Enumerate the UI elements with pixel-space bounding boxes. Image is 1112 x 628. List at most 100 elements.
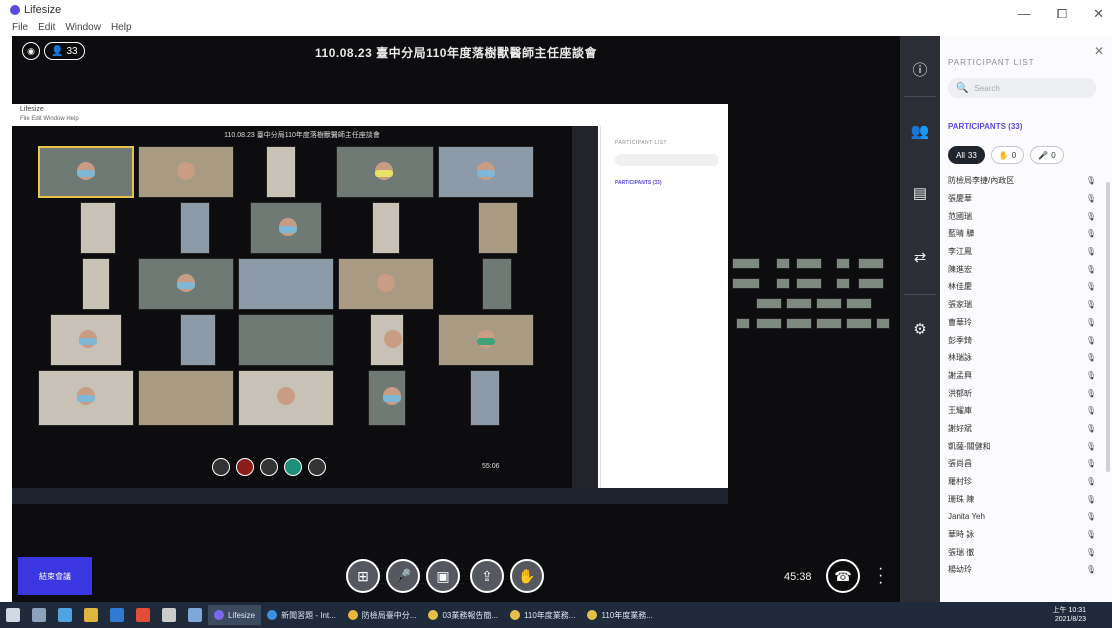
hang-up-button[interactable]: ☎ xyxy=(826,559,860,593)
video-tile[interactable] xyxy=(470,370,500,426)
thumbnail[interactable] xyxy=(776,258,790,269)
video-tile[interactable] xyxy=(80,202,116,254)
participant-row[interactable]: 謝好斌 🎙 xyxy=(948,420,1098,438)
thumbnail[interactable] xyxy=(796,278,822,289)
chat-icon[interactable]: ▤ xyxy=(900,172,940,214)
participant-row[interactable]: 華時 詠 🎙 xyxy=(948,526,1098,544)
participant-row[interactable]: 彭季錡 🎙 xyxy=(948,331,1098,349)
filter-all[interactable]: All 33 xyxy=(948,146,985,164)
share-button[interactable] xyxy=(284,458,302,476)
app-icon[interactable] xyxy=(136,608,150,622)
thumbnail[interactable] xyxy=(736,318,750,329)
close-button[interactable]: ✕ xyxy=(1093,6,1104,22)
participant-row[interactable]: 張慶華 🎙 xyxy=(948,190,1098,208)
menu-file[interactable]: File xyxy=(12,22,28,36)
close-panel-icon[interactable]: ✕ xyxy=(1094,44,1104,58)
maximize-button[interactable]: ⧠ xyxy=(1057,6,1067,22)
participant-row[interactable]: 李江鳳 🎙 xyxy=(948,243,1098,261)
thumbnail[interactable] xyxy=(756,298,782,309)
video-tile[interactable] xyxy=(438,146,534,198)
participant-row[interactable]: 王耀庫 🎙 xyxy=(948,402,1098,420)
participant-row[interactable]: Janita Yeh 🎙 xyxy=(948,508,1098,526)
video-tile[interactable] xyxy=(478,202,518,254)
minimize-button[interactable]: — xyxy=(1018,6,1031,22)
taskbar-app-folder-1[interactable]: 03業務報告簡... xyxy=(422,605,504,625)
participant-row[interactable]: 楊幼玲 🎙 xyxy=(948,561,1098,579)
raise-hand-button[interactable] xyxy=(308,458,326,476)
microphone-muted-button[interactable]: 🎤 xyxy=(386,559,420,593)
participant-row[interactable]: 凱薩-關健和 🎙 xyxy=(948,437,1098,455)
thumbnail[interactable] xyxy=(846,298,872,309)
thumbnail[interactable] xyxy=(816,298,842,309)
thumbnail[interactable] xyxy=(786,298,812,309)
video-tile[interactable] xyxy=(238,370,334,426)
participant-row[interactable]: 洪郁昕 🎙 xyxy=(948,384,1098,402)
participant-row[interactable]: 陳進宏 🎙 xyxy=(948,260,1098,278)
participant-row[interactable]: 藍晴 驊 🎙 xyxy=(948,225,1098,243)
participant-row[interactable]: 謝孟興 🎙 xyxy=(948,367,1098,385)
info-icon[interactable]: ⓘ xyxy=(900,48,940,90)
taskbar-app-chrome[interactable]: 防檢局臺中分... xyxy=(342,605,423,625)
taskbar-app-folder-2[interactable]: 110年度業務... xyxy=(504,605,581,625)
video-tile[interactable] xyxy=(336,146,434,198)
participant-row[interactable]: 羅村珍 🎙 xyxy=(948,473,1098,491)
thumbnail[interactable] xyxy=(846,318,872,329)
share-content-button[interactable]: ⇪ xyxy=(470,559,504,593)
layout-grid-button[interactable]: ⊞ xyxy=(346,559,380,593)
participant-row[interactable]: 張瑞 徹 🎙 xyxy=(948,543,1098,561)
thumbnail[interactable] xyxy=(836,258,850,269)
participant-list-scrollbar[interactable] xyxy=(1106,182,1110,472)
menu-edit[interactable]: Edit xyxy=(38,22,55,36)
participant-row[interactable]: 張尚昌 🎙 xyxy=(948,455,1098,473)
thumbnail[interactable] xyxy=(876,318,890,329)
thumbnail[interactable] xyxy=(858,278,884,289)
settings-gear-icon[interactable]: ⚙ xyxy=(900,308,940,350)
taskbar-app-lifesize[interactable]: Lifesize xyxy=(208,605,262,625)
thumbnail[interactable] xyxy=(816,318,842,329)
browser-icon[interactable] xyxy=(58,608,72,622)
video-tile[interactable] xyxy=(50,314,122,366)
share-screen-icon[interactable]: ⇄ xyxy=(900,236,940,278)
filter-hand-raised[interactable]: ✋ 0 xyxy=(990,146,1025,164)
thumbnail[interactable] xyxy=(786,318,812,329)
system-clock[interactable]: 上午 10:31 2021/8/23 xyxy=(1053,606,1112,624)
participant-row[interactable]: 珊珠 陳 🎙 xyxy=(948,490,1098,508)
menu-help[interactable]: Help xyxy=(111,22,132,36)
mail-icon[interactable] xyxy=(188,608,202,622)
participant-row[interactable]: 林瑞詠 🎙 xyxy=(948,349,1098,367)
participant-row[interactable]: 范國瑞 🎙 xyxy=(948,207,1098,225)
raise-hand-button[interactable]: ✋ xyxy=(510,559,544,593)
video-tile[interactable] xyxy=(180,314,216,366)
video-tile[interactable] xyxy=(338,258,434,310)
camera-off-button[interactable]: ▣ xyxy=(426,559,460,593)
end-meeting-note[interactable]: 結束會議 xyxy=(18,557,92,595)
filter-muted[interactable]: 🎤 0 xyxy=(1030,146,1064,164)
task-view-icon[interactable] xyxy=(32,608,46,622)
mic-muted-button[interactable] xyxy=(236,458,254,476)
menu-window[interactable]: Window xyxy=(65,22,101,36)
participant-row[interactable]: 曹華玲 🎙 xyxy=(948,314,1098,332)
video-tile[interactable] xyxy=(482,258,512,310)
video-tile[interactable] xyxy=(266,146,296,198)
video-tile[interactable] xyxy=(38,146,134,198)
video-tile[interactable] xyxy=(370,314,404,366)
thumbnail[interactable] xyxy=(796,258,822,269)
thumbnail[interactable] xyxy=(732,258,760,269)
folder-icon[interactable] xyxy=(84,608,98,622)
thumbnail[interactable] xyxy=(836,278,850,289)
thumbnail[interactable] xyxy=(858,258,884,269)
video-tile[interactable] xyxy=(38,370,134,426)
video-tile[interactable] xyxy=(138,370,234,426)
participant-row[interactable]: 林佳慶 🎙 xyxy=(948,278,1098,296)
video-tile[interactable] xyxy=(138,258,234,310)
video-tile[interactable] xyxy=(82,258,110,310)
camera-button[interactable] xyxy=(260,458,278,476)
video-tile[interactable] xyxy=(438,314,534,366)
participant-search[interactable]: 🔍 Search xyxy=(948,78,1096,98)
video-tile[interactable] xyxy=(138,146,234,198)
video-tile[interactable] xyxy=(238,258,334,310)
start-icon[interactable] xyxy=(6,608,20,622)
video-tile[interactable] xyxy=(238,314,334,366)
thumbnail[interactable] xyxy=(776,278,790,289)
video-tile[interactable] xyxy=(368,370,406,426)
